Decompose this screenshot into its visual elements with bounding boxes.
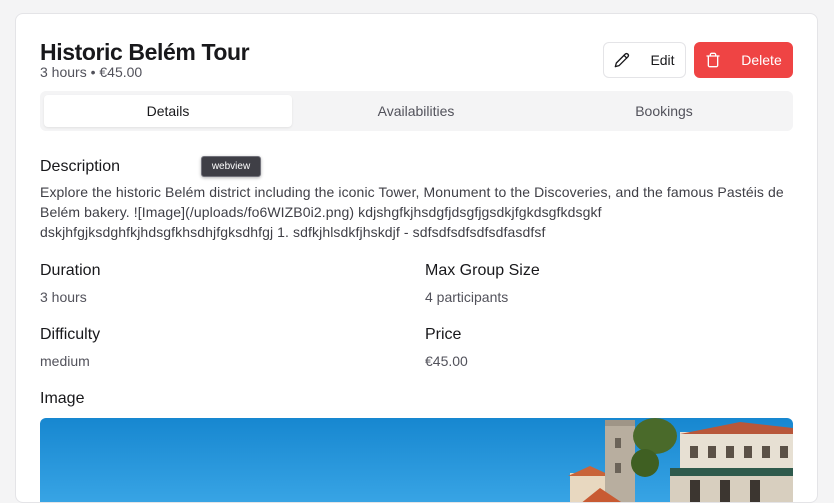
description-text: Explore the historic Belém district incl… (40, 184, 784, 240)
tab-bookings[interactable]: Bookings (540, 95, 788, 127)
difficulty-label: Difficulty (40, 326, 101, 343)
header: Historic Belém Tour 3 hours • €45.00 Edi… (40, 38, 793, 82)
description-label: Description (40, 158, 121, 175)
max-group-value: 4 participants (425, 289, 509, 305)
difficulty-value: medium (40, 353, 90, 369)
tour-photo (40, 418, 793, 502)
duration-label: Duration (40, 262, 101, 279)
tab-details[interactable]: Details (44, 95, 292, 127)
tab-list: Details Availabilities Bookings (40, 91, 793, 131)
edit-button[interactable]: Edit (603, 42, 686, 78)
edit-button-label: Edit (650, 52, 675, 68)
page-title: Historic Belém Tour (40, 39, 250, 65)
delete-button[interactable]: Delete (694, 42, 793, 78)
price-value: €45.00 (425, 353, 468, 369)
tour-detail-card: Historic Belém Tour 3 hours • €45.00 Edi… (15, 13, 818, 503)
tour-subtitle: 3 hours • €45.00 (40, 64, 143, 80)
image-label: Image (40, 390, 85, 407)
tour-image (40, 418, 793, 502)
webview-tooltip: webview (201, 156, 261, 177)
max-group-label: Max Group Size (425, 262, 540, 279)
pencil-icon (615, 52, 630, 68)
duration-value: 3 hours (40, 289, 87, 305)
tab-availabilities[interactable]: Availabilities (292, 95, 540, 127)
price-label: Price (425, 326, 462, 343)
delete-button-label: Delete (741, 52, 782, 68)
trash-icon (706, 52, 720, 68)
